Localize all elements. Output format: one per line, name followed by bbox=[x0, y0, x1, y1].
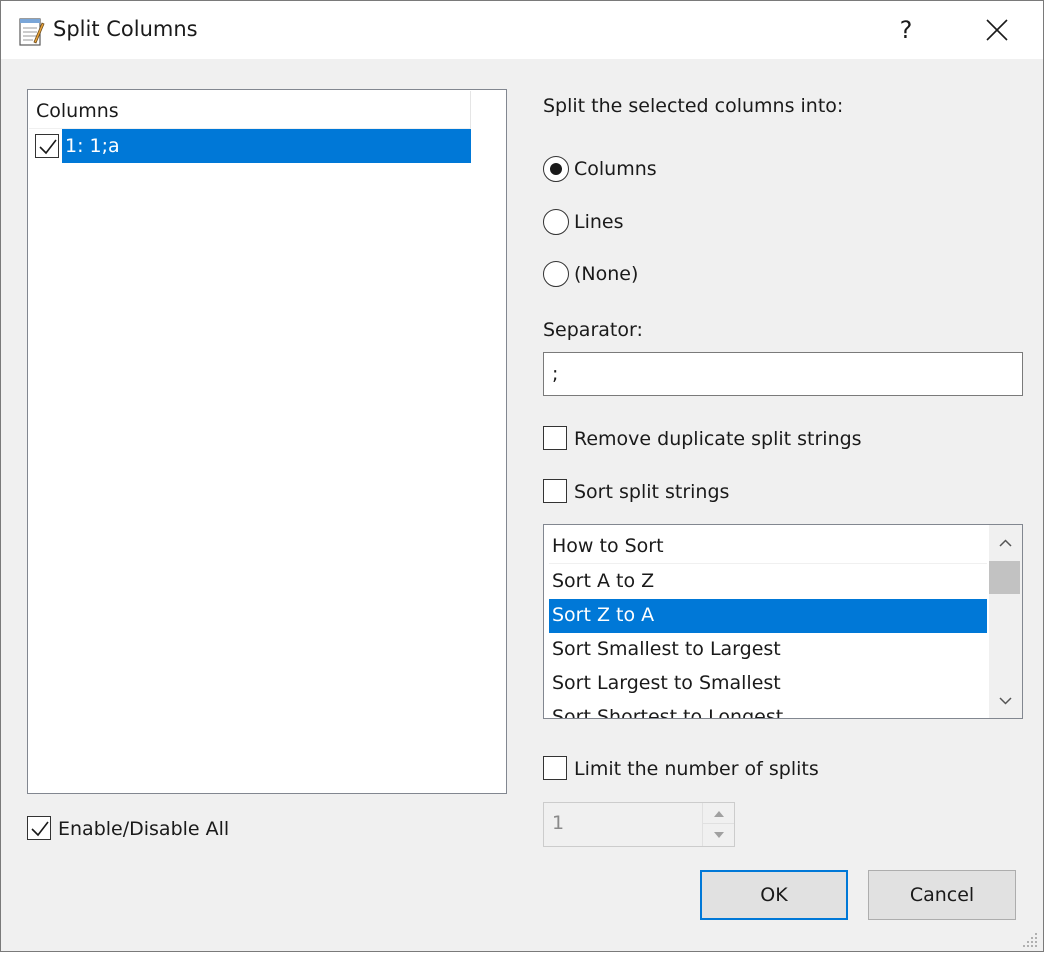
column-item-checkbox[interactable] bbox=[35, 134, 59, 158]
limit-splits-label[interactable]: Limit the number of splits bbox=[574, 758, 819, 780]
limit-splits-stepper[interactable]: 1 bbox=[543, 802, 735, 847]
remove-duplicates-checkbox[interactable] bbox=[543, 426, 567, 450]
scroll-down-button[interactable] bbox=[989, 683, 1022, 718]
sort-options-list[interactable]: How to Sort Sort A to Z Sort Z to A Sort… bbox=[543, 524, 1023, 719]
sort-list-scrollbar[interactable] bbox=[989, 525, 1022, 718]
sort-strings-checkbox[interactable] bbox=[543, 479, 567, 503]
stepper-buttons bbox=[702, 803, 734, 846]
stepper-up-button[interactable] bbox=[702, 803, 734, 824]
sort-list-header: How to Sort bbox=[549, 530, 987, 564]
close-icon bbox=[986, 19, 1008, 41]
radio-columns-label[interactable]: Columns bbox=[574, 158, 657, 180]
window-title: Split Columns bbox=[53, 17, 198, 41]
radio-none[interactable] bbox=[543, 261, 569, 287]
list-item[interactable]: Sort Smallest to Largest bbox=[549, 633, 987, 667]
columns-list[interactable]: Columns 1: 1;a bbox=[27, 89, 507, 794]
checkmark-icon bbox=[31, 821, 49, 837]
triangle-down-icon bbox=[714, 832, 724, 838]
triangle-up-icon bbox=[714, 811, 724, 817]
list-item[interactable]: Sort A to Z bbox=[549, 565, 987, 599]
separator-label: Separator: bbox=[543, 319, 643, 341]
ok-button[interactable]: OK bbox=[700, 870, 848, 920]
title-bar: Split Columns ? bbox=[1, 1, 1043, 59]
split-columns-dialog: Split Columns ? Columns 1: 1;a Enable/Di… bbox=[0, 0, 1044, 952]
list-item[interactable]: 1: 1;a bbox=[29, 129, 471, 163]
resize-grip-icon[interactable] bbox=[1021, 929, 1041, 949]
radio-lines-label[interactable]: Lines bbox=[574, 211, 624, 233]
help-button[interactable]: ? bbox=[881, 1, 931, 59]
chevron-up-icon bbox=[999, 539, 1012, 547]
radio-selected-dot bbox=[550, 163, 562, 175]
separator-input[interactable]: ; bbox=[543, 352, 1023, 396]
columns-header-label: Columns bbox=[36, 100, 119, 122]
list-item[interactable]: Sort Largest to Smallest bbox=[549, 667, 987, 701]
limit-splits-checkbox[interactable] bbox=[543, 756, 567, 780]
remove-duplicates-label[interactable]: Remove duplicate split strings bbox=[574, 428, 862, 450]
list-item[interactable]: Sort Shortest to Longest bbox=[549, 701, 987, 718]
notepad-icon bbox=[17, 15, 45, 47]
scroll-thumb[interactable] bbox=[989, 561, 1020, 594]
sort-strings-label[interactable]: Sort split strings bbox=[574, 481, 729, 503]
enable-all-checkbox[interactable] bbox=[27, 816, 51, 840]
column-item-selection[interactable]: 1: 1;a bbox=[62, 129, 471, 163]
list-item[interactable]: Sort Z to A bbox=[549, 599, 987, 633]
stepper-down-button[interactable] bbox=[702, 824, 734, 846]
radio-lines[interactable] bbox=[543, 209, 569, 235]
enable-all-label[interactable]: Enable/Disable All bbox=[58, 818, 229, 840]
cancel-button[interactable]: Cancel bbox=[868, 870, 1016, 920]
radio-columns[interactable] bbox=[543, 156, 569, 182]
radio-none-label[interactable]: (None) bbox=[574, 263, 638, 285]
checkmark-icon bbox=[39, 139, 57, 155]
column-item-label: 1: 1;a bbox=[65, 135, 120, 157]
scroll-up-button[interactable] bbox=[989, 525, 1022, 561]
close-button[interactable] bbox=[971, 1, 1023, 59]
columns-list-header[interactable]: Columns bbox=[29, 91, 471, 129]
chevron-down-icon bbox=[999, 697, 1012, 705]
limit-splits-value[interactable]: 1 bbox=[552, 812, 564, 834]
split-prompt: Split the selected columns into: bbox=[543, 95, 844, 117]
